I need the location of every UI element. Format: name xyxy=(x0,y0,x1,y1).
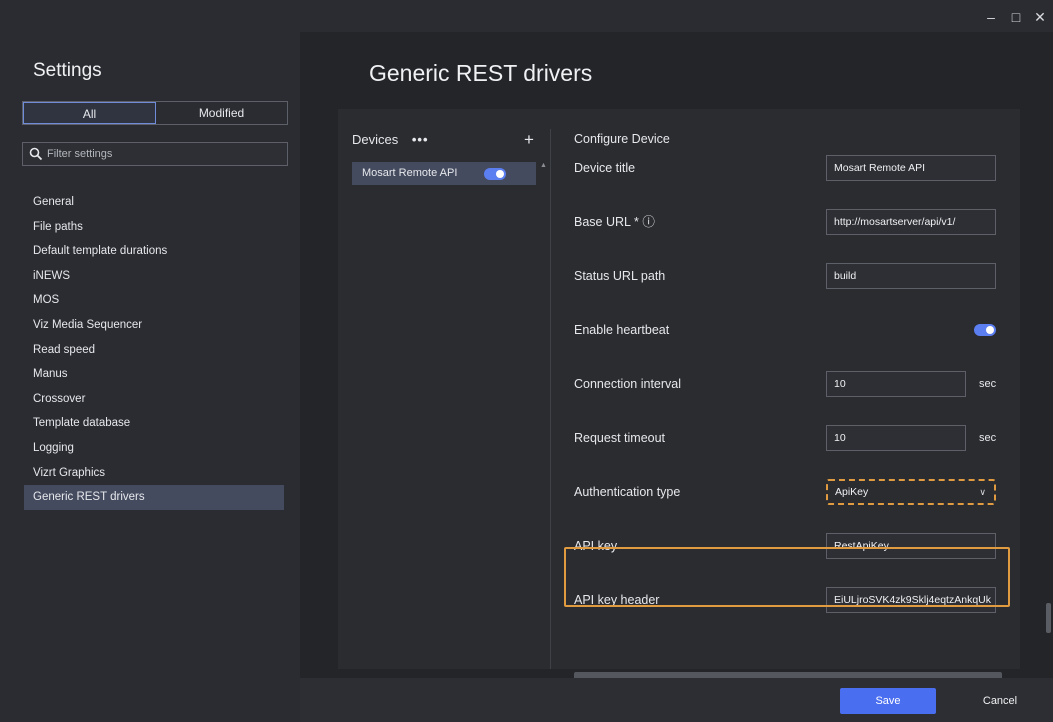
sidebar-item-general[interactable]: General xyxy=(24,190,284,215)
api-key-input[interactable]: RestApiKey xyxy=(826,533,996,559)
filter-settings-box[interactable] xyxy=(22,142,288,166)
api-key-header-input[interactable]: EiULjroSVK4zk9Sklj4eqtzAnkqUk xyxy=(826,587,996,613)
sidebar-item-crossover[interactable]: Crossover xyxy=(24,387,284,412)
status-url-label: Status URL path xyxy=(574,269,666,283)
heartbeat-row: Enable heartbeat xyxy=(574,317,1014,343)
connection-interval-row: Connection interval 10 sec xyxy=(574,371,1014,397)
filter-segmented-control: All Modified xyxy=(22,101,288,125)
device-item[interactable]: Mosart Remote API xyxy=(352,162,536,185)
page-title: Generic REST drivers xyxy=(369,60,593,86)
close-icon[interactable]: ✕ xyxy=(1031,8,1049,26)
sidebar-item-inews[interactable]: iNEWS xyxy=(24,264,284,289)
request-timeout-label: Request timeout xyxy=(574,431,666,445)
sidebar-item-default-template-durations[interactable]: Default template durations xyxy=(24,239,284,264)
connection-interval-input[interactable]: 10 xyxy=(826,371,966,397)
toggle-knob xyxy=(496,170,504,178)
base-url-input[interactable]: http://mosartserver/api/v1/ xyxy=(826,209,996,235)
device-enabled-toggle[interactable] xyxy=(484,168,506,180)
devices-label: Devices xyxy=(352,132,399,147)
sidebar-item-read-speed[interactable]: Read speed xyxy=(24,338,284,363)
toggle-knob xyxy=(986,326,994,334)
request-timeout-row: Request timeout 10 sec xyxy=(574,425,1014,451)
cancel-button[interactable]: Cancel xyxy=(965,688,1035,714)
drivers-card: Devices ••• + Mosart Remote API ▲ Config… xyxy=(338,109,1020,669)
base-url-label: Base URL * ⓘ xyxy=(574,215,655,229)
save-button[interactable]: Save xyxy=(840,688,936,714)
sidebar-item-manus[interactable]: Manus xyxy=(24,362,284,387)
status-url-row: Status URL path build xyxy=(574,263,1014,289)
configure-device-panel: Configure Device Device title Mosart Rem… xyxy=(574,129,1014,613)
add-device-icon[interactable]: + xyxy=(524,129,534,151)
all-tab[interactable]: All xyxy=(23,102,156,124)
configure-device-title: Configure Device xyxy=(574,132,670,146)
footer-bar: Save Cancel xyxy=(300,678,1053,722)
sidebar-item-generic-rest-drivers[interactable]: Generic REST drivers xyxy=(24,485,284,510)
sidebar-item-template-database[interactable]: Template database xyxy=(24,411,284,436)
sidebar-item-mos[interactable]: MOS xyxy=(24,288,284,313)
filter-settings-input[interactable] xyxy=(47,143,283,165)
devices-header: Devices ••• + xyxy=(352,129,542,151)
request-timeout-unit: sec xyxy=(979,432,997,444)
modified-tab[interactable]: Modified xyxy=(156,102,287,124)
status-url-input[interactable]: build xyxy=(826,263,996,289)
chevron-down-icon: ∨ xyxy=(979,487,986,497)
base-url-row: Base URL * ⓘ http://mosartserver/api/v1/ xyxy=(574,209,1014,235)
sidebar-title: Settings xyxy=(33,60,102,81)
settings-nav: General File paths Default template dura… xyxy=(24,190,284,510)
api-key-header-label: API key header xyxy=(574,593,660,607)
heartbeat-toggle[interactable] xyxy=(974,324,996,336)
heartbeat-label: Enable heartbeat xyxy=(574,323,670,337)
device-title-row: Device title Mosart Remote API xyxy=(574,155,1014,181)
more-options-icon[interactable]: ••• xyxy=(412,132,429,147)
maximize-icon[interactable]: □ xyxy=(1007,8,1025,26)
panel-divider xyxy=(550,129,551,669)
api-key-row: API key RestApiKey xyxy=(574,533,1014,559)
auth-type-value: ApiKey xyxy=(835,486,869,498)
auth-type-row: Authentication type ApiKey ∨ xyxy=(574,479,1014,505)
sidebar-item-viz-media-sequencer[interactable]: Viz Media Sequencer xyxy=(24,313,284,338)
device-title-label: Device title xyxy=(574,161,636,175)
scrollbar-thumb[interactable] xyxy=(1046,603,1051,633)
request-timeout-input[interactable]: 10 xyxy=(826,425,966,451)
minimize-icon[interactable]: – xyxy=(982,8,1000,26)
sidebar-item-file-paths[interactable]: File paths xyxy=(24,215,284,240)
auth-type-label: Authentication type xyxy=(574,485,681,499)
device-title-input[interactable]: Mosart Remote API xyxy=(826,155,996,181)
device-item-label: Mosart Remote API xyxy=(362,167,458,179)
auth-type-select[interactable]: ApiKey ∨ xyxy=(826,479,996,505)
api-key-header-row: API key header EiULjroSVK4zk9Sklj4eqtzAn… xyxy=(574,587,1014,613)
devices-panel: Devices ••• + Mosart Remote API xyxy=(352,129,542,185)
connection-interval-label: Connection interval xyxy=(574,377,682,391)
scroll-up-icon[interactable]: ▲ xyxy=(540,162,547,169)
sidebar-item-logging[interactable]: Logging xyxy=(24,436,284,461)
connection-interval-unit: sec xyxy=(979,378,997,390)
search-icon xyxy=(29,147,43,161)
api-key-label: API key xyxy=(574,539,618,553)
main-panel: Generic REST drivers Devices ••• + Mosar… xyxy=(300,32,1053,722)
title-bar: – □ ✕ xyxy=(0,0,1053,32)
sidebar-item-vizrt-graphics[interactable]: Vizrt Graphics xyxy=(24,461,284,486)
settings-sidebar: Settings All Modified General File paths… xyxy=(0,32,300,722)
